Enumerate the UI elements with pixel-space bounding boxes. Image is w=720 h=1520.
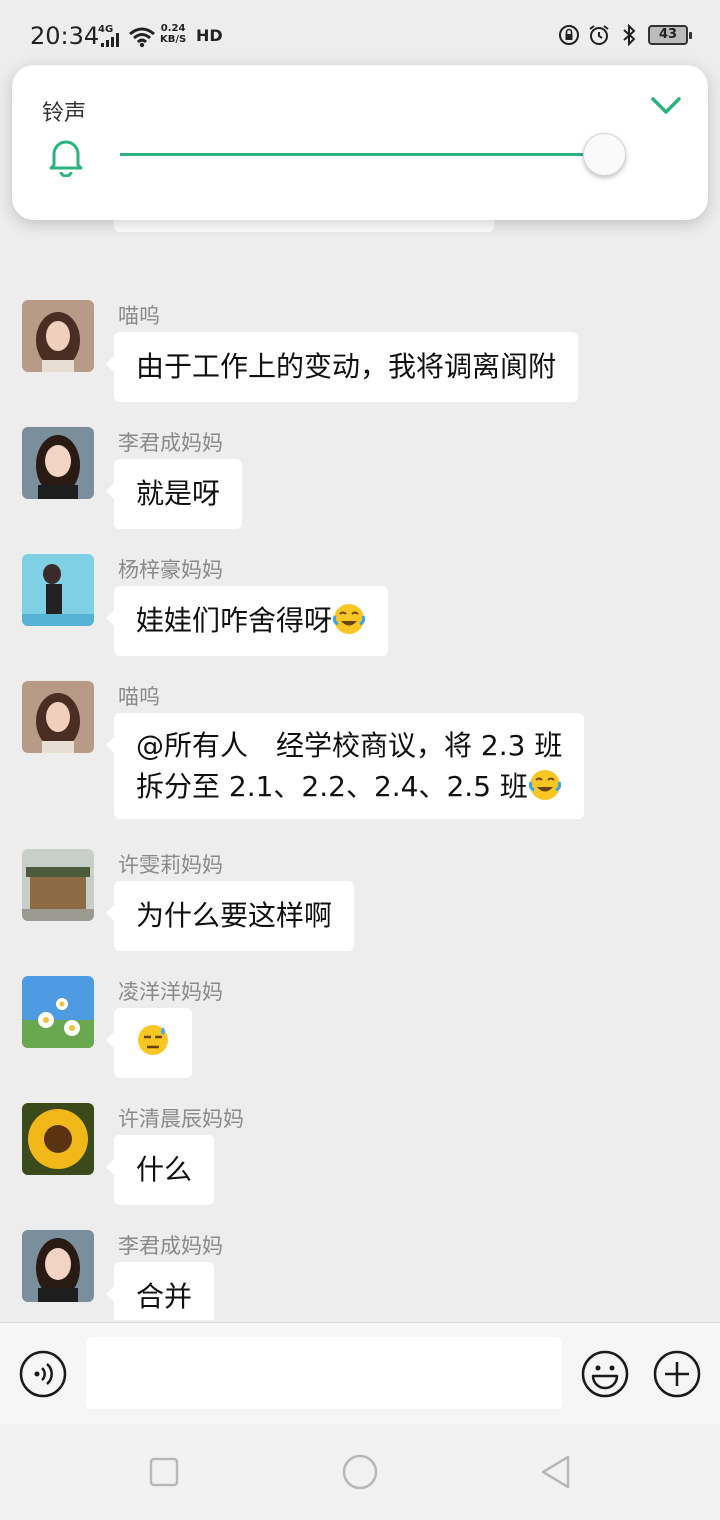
chat-message-list[interactable]: 两年娃娃都习惯你教她们了 喵呜 由于工作上的变动，我将调离阆附 李君成妈妈 就是… xyxy=(0,140,720,1320)
girl-avatar[interactable] xyxy=(22,300,94,372)
plus-icon[interactable] xyxy=(652,1349,702,1399)
speed-unit: KB/S xyxy=(160,34,187,45)
girl-avatar[interactable] xyxy=(22,681,94,753)
crying-laughing-emoji-icon xyxy=(332,604,366,634)
message-bubble[interactable]: @所有人 经学校商议，将 2.3 班 拆分至 2.1、2.2、2.4、2.5 班 xyxy=(105,713,585,819)
sender-name: 凌洋洋妈妈 xyxy=(118,980,223,1004)
sender-name: 杨梓豪妈妈 xyxy=(118,558,223,582)
message-bubble[interactable]: 合并 xyxy=(105,1262,215,1320)
wifi-icon xyxy=(129,27,155,48)
chevron-down-icon[interactable] xyxy=(650,95,682,117)
recents-icon[interactable] xyxy=(146,1454,182,1490)
hd-indicator: HD xyxy=(196,26,223,45)
sender-name: 喵呜 xyxy=(118,304,160,328)
sender-name: 喵呜 xyxy=(118,685,160,709)
bell-icon[interactable] xyxy=(46,135,86,177)
daisy-avatar[interactable] xyxy=(22,976,94,1048)
message-bubble[interactable] xyxy=(106,1008,192,1078)
sweat-emoji-icon xyxy=(138,1025,168,1055)
sender-name: 李君成妈妈 xyxy=(118,1234,223,1258)
system-nav-bar xyxy=(0,1424,720,1520)
message-line: @所有人 经学校商议，将 2.3 班 xyxy=(136,729,563,762)
message-line-2: 拆分至 2.1、2.2、2.4、2.5 班 xyxy=(136,766,562,807)
rotation-lock-icon xyxy=(559,25,579,45)
back-icon[interactable] xyxy=(538,1454,574,1490)
sender-name: 许清晨辰妈妈 xyxy=(118,1107,244,1131)
speed-value: 0.24 xyxy=(160,23,186,34)
sunflower-avatar[interactable] xyxy=(22,1103,94,1175)
emoji-icon[interactable] xyxy=(580,1349,630,1399)
sender-name: 李君成妈妈 xyxy=(118,431,223,455)
chat-input-bar xyxy=(0,1322,720,1424)
status-time: 20:34 xyxy=(30,22,100,50)
message-input[interactable] xyxy=(86,1337,562,1409)
message-bubble[interactable]: 娃娃们咋舍得呀 xyxy=(105,586,389,656)
network-speed: 0.24 KB/S xyxy=(160,23,186,45)
message-bubble[interactable]: 为什么要这样啊 xyxy=(105,881,355,951)
volume-slider-thumb[interactable] xyxy=(583,133,626,176)
alarm-icon xyxy=(589,25,609,45)
battery-indicator: 43 xyxy=(648,25,692,45)
home-icon[interactable] xyxy=(340,1452,380,1492)
building-avatar[interactable] xyxy=(22,849,94,921)
woman-avatar[interactable] xyxy=(22,427,94,499)
woman-avatar[interactable] xyxy=(22,1230,94,1302)
status-icons: 43 xyxy=(558,24,692,46)
status-bar: 20:34 4G 0.24 KB/S HD 43 xyxy=(0,0,720,72)
message-bubble[interactable]: 什么 xyxy=(105,1135,215,1205)
message-text: 娃娃们咋舍得呀 xyxy=(136,604,333,637)
message-bubble[interactable]: 就是呀 xyxy=(105,459,243,529)
crying-laughing-emoji-icon xyxy=(528,770,561,800)
volume-slider-track[interactable] xyxy=(120,153,604,156)
ringtone-volume-panel: 铃声 xyxy=(12,65,708,220)
bluetooth-icon xyxy=(623,24,636,46)
sender-name: 许雯莉妈妈 xyxy=(118,853,223,877)
dancer-avatar[interactable] xyxy=(22,554,94,626)
signal-icon xyxy=(101,33,119,47)
message-line-text: 拆分至 2.1、2.2、2.4、2.5 班 xyxy=(136,770,528,803)
message-bubble[interactable]: 由于工作上的变动，我将调离阆附 xyxy=(105,332,579,402)
volume-title: 铃声 xyxy=(42,101,87,126)
voice-icon[interactable] xyxy=(18,1349,68,1399)
